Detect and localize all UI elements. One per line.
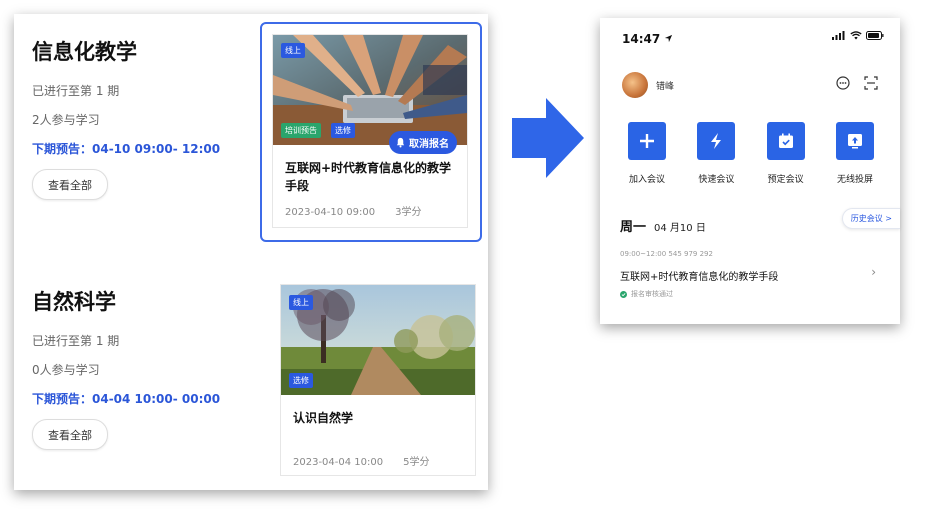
plus-icon [628, 122, 666, 160]
check-circle-icon [620, 290, 627, 298]
meeting-time-id: 09:00~12:00 545 979 292 [620, 250, 713, 258]
wireless-projection-button[interactable]: 无线投屏 [824, 122, 886, 185]
action-label: 加入会议 [628, 175, 665, 185]
action-label: 无线投屏 [836, 175, 873, 185]
card-title: 互联网+时代教育信息化的教学手段 [285, 161, 452, 193]
day-header: 周一 04 月10 日 [620, 216, 706, 235]
action-label: 快速会议 [698, 175, 735, 185]
course-list-panel: 信息化教学 已进行至第 1 期 2人参与学习 下期预告：04-10 09:00-… [14, 14, 488, 490]
status-time-text: 14:47 [622, 32, 661, 46]
online-tag: 线上 [281, 43, 305, 58]
chat-bubble-icon[interactable] [836, 76, 850, 90]
scan-icon[interactable] [864, 76, 878, 90]
join-meeting-button[interactable]: 加入会议 [616, 122, 678, 185]
course-info-section: 信息化教学 已进行至第 1 期 2人参与学习 下期预告：04-10 09:00-… [32, 36, 220, 200]
card-meta: 2023-04-10 09:00 3学分 [285, 203, 422, 218]
card-date: 2023-04-04 10:00 [293, 457, 384, 468]
quick-actions: 加入会议 快速会议 预定会议 无线投屏 [616, 122, 886, 185]
cancel-registration-label: 取消报名 [409, 139, 449, 150]
wifi-icon [850, 31, 862, 40]
course-participants: 0人参与学习 [32, 363, 100, 377]
course-card[interactable]: 线上 选修 认识自然学 2023-04-04 10:00 5学分 [280, 284, 476, 476]
card-meta: 2023-04-04 10:00 5学分 [293, 453, 430, 468]
history-meetings-button[interactable]: 历史会议 > [841, 208, 900, 229]
course-info-section: 自然科学 已进行至第 1 期 0人参与学习 下期预告：04-04 10:00- … [32, 286, 220, 450]
view-all-button[interactable]: 查看全部 [32, 169, 108, 200]
card-date: 2023-04-10 09:00 [285, 207, 376, 218]
phone-screen: 14:47 错峰 加入会议 快速会议 预定会议 无线投屏 周一 04 月10 日… [600, 18, 900, 324]
course-progress: 已进行至第 1 期 [32, 84, 120, 98]
user-row[interactable]: 错峰 [622, 72, 674, 98]
training-preview-tag: 培训预告 [281, 123, 321, 138]
view-all-button[interactable]: 查看全部 [32, 419, 108, 450]
course-title: 自然科学 [32, 290, 116, 314]
course-preview: 下期预告：04-10 09:00- 12:00 [32, 142, 221, 156]
status-icons [832, 31, 884, 40]
schedule-meeting-button[interactable]: 预定会议 [755, 122, 817, 185]
day-date: 04 月10 日 [654, 223, 706, 234]
battery-icon [866, 31, 884, 40]
course-card-inner: 线上 选修 认识自然学 2023-04-04 10:00 5学分 [280, 284, 476, 476]
chevron-right-icon[interactable]: › [871, 265, 876, 279]
user-name: 错峰 [656, 81, 675, 92]
meeting-title[interactable]: 互联网+时代教育信息化的教学手段 [620, 268, 778, 283]
card-title: 认识自然学 [293, 411, 354, 425]
card-credits: 5学分 [403, 457, 430, 468]
lightning-icon [697, 122, 736, 160]
course-title: 信息化教学 [32, 40, 137, 64]
day-week: 周一 [620, 220, 647, 235]
signal-icon [832, 31, 845, 40]
course-progress: 已进行至第 1 期 [32, 334, 120, 348]
meeting-status-text: 报名审核通过 [631, 290, 673, 298]
action-label: 预定会议 [767, 175, 804, 185]
course-participants: 2人参与学习 [32, 113, 100, 127]
course-card-inner: 线上 培训预告 选修 取消报名 互联网+时代教育信息化的教学手段 2023-04… [272, 34, 468, 228]
elective-tag: 选修 [331, 123, 355, 138]
screen-share-icon [835, 122, 874, 160]
right-arrow-icon [512, 98, 584, 178]
status-time: 14:47 [622, 32, 673, 46]
cancel-registration-button[interactable]: 取消报名 [389, 131, 457, 154]
course-card-selected[interactable]: 线上 培训预告 选修 取消报名 互联网+时代教育信息化的教学手段 2023-04… [260, 22, 482, 242]
bell-icon [396, 137, 405, 148]
meeting-status: 报名审核通过 [620, 289, 673, 299]
avatar[interactable] [622, 72, 648, 98]
online-tag: 线上 [289, 295, 313, 310]
elective-tag: 选修 [289, 373, 313, 388]
calendar-icon [766, 122, 805, 160]
quick-meeting-button[interactable]: 快速会议 [685, 122, 747, 185]
location-arrow-icon [665, 34, 673, 43]
course-preview: 下期预告：04-04 10:00- 00:00 [32, 392, 221, 406]
top-icons [836, 76, 878, 90]
card-credits: 3学分 [395, 207, 422, 218]
